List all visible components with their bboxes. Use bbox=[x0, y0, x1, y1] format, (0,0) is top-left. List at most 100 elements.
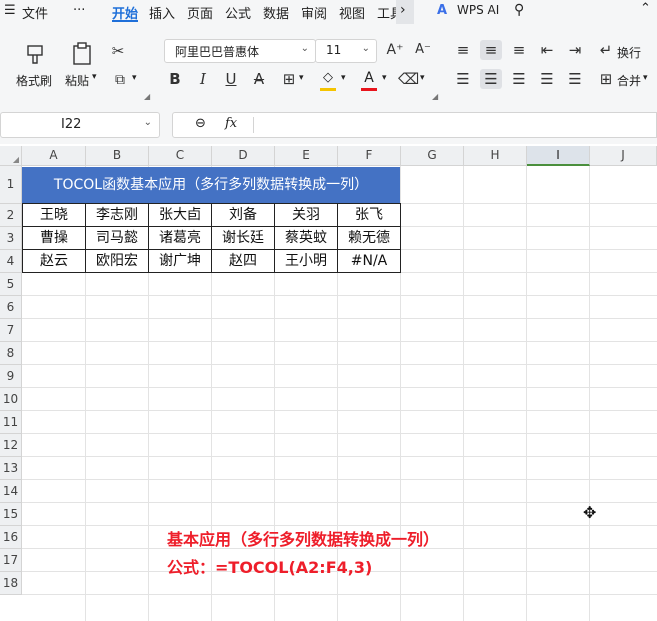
row-header-10[interactable]: 10 bbox=[0, 388, 22, 411]
table-cell-d2[interactable]: 刘备 bbox=[211, 203, 275, 227]
table-cell-c2[interactable]: 张大卣 bbox=[148, 203, 212, 227]
align-top-icon[interactable]: ≡ bbox=[452, 40, 474, 60]
format-painter-icon[interactable] bbox=[24, 44, 46, 66]
merge-cells-label[interactable]: 合并 bbox=[617, 72, 641, 89]
row-header-7[interactable]: 7 bbox=[0, 319, 22, 342]
tab-page[interactable]: 页面 bbox=[187, 3, 213, 22]
table-cell-e2[interactable]: 关羽 bbox=[274, 203, 338, 227]
wrap-text-icon[interactable]: ↵ bbox=[596, 40, 616, 60]
row-header-1[interactable]: 1 bbox=[0, 166, 22, 204]
row-header-3[interactable]: 3 bbox=[0, 227, 22, 250]
font-name-select[interactable]: 阿里巴巴普惠体 ⌄ bbox=[164, 39, 316, 63]
decrease-indent-icon[interactable]: ⇤ bbox=[536, 40, 558, 60]
row-header-15[interactable]: 15 bbox=[0, 503, 22, 526]
row-header-5[interactable]: 5 bbox=[0, 273, 22, 296]
border-dropdown-icon[interactable]: ▾ bbox=[299, 73, 304, 83]
border-icon[interactable]: ⊞ bbox=[280, 69, 298, 89]
clear-format-icon[interactable]: ⌫ bbox=[398, 69, 419, 89]
row-header-2[interactable]: 2 bbox=[0, 204, 22, 227]
merge-dropdown-icon[interactable]: ▾ bbox=[643, 73, 648, 83]
align-middle-icon[interactable]: ≡ bbox=[480, 40, 502, 60]
justify-icon[interactable]: ☰ bbox=[536, 69, 558, 89]
paste-label[interactable]: 粘贴 bbox=[65, 72, 89, 89]
column-header-e[interactable]: E bbox=[275, 146, 338, 166]
table-cell-b3[interactable]: 司马懿 bbox=[85, 226, 149, 250]
row-header-17[interactable]: 17 bbox=[0, 549, 22, 572]
table-cell-f3[interactable]: 赖无德 bbox=[337, 226, 401, 250]
table-cell-f2[interactable]: 张飞 bbox=[337, 203, 401, 227]
row-header-9[interactable]: 9 bbox=[0, 365, 22, 388]
copy-dropdown-icon[interactable]: ▾ bbox=[132, 73, 137, 83]
column-header-d[interactable]: D bbox=[212, 146, 275, 166]
zoom-formula-icon[interactable]: ⊖ bbox=[195, 116, 206, 131]
search-icon[interactable]: ⚲ bbox=[514, 2, 524, 18]
strikethrough-icon[interactable]: A bbox=[250, 69, 268, 89]
font-color-icon[interactable]: A bbox=[361, 70, 377, 91]
formula-input-area[interactable]: ⊖ fx bbox=[172, 112, 657, 138]
menu-more[interactable]: ··· bbox=[73, 3, 85, 18]
fill-color-icon[interactable]: ◇ bbox=[320, 70, 336, 91]
column-header-a[interactable]: A bbox=[22, 146, 86, 166]
row-header-16[interactable]: 16 bbox=[0, 526, 22, 549]
wps-ai-button[interactable]: WPS AI bbox=[457, 3, 499, 17]
column-header-i[interactable]: I bbox=[527, 146, 590, 166]
table-cell-f4[interactable]: #N/A bbox=[337, 249, 401, 273]
row-header-4[interactable]: 4 bbox=[0, 250, 22, 273]
row-header-12[interactable]: 12 bbox=[0, 434, 22, 457]
copy-icon[interactable]: ⧉ bbox=[110, 70, 130, 90]
column-header-h[interactable]: H bbox=[464, 146, 527, 166]
menu-file[interactable]: 文件 bbox=[22, 3, 48, 22]
row-header-11[interactable]: 11 bbox=[0, 411, 22, 434]
merge-cells-icon[interactable]: ⊞ bbox=[596, 69, 616, 89]
table-cell-d3[interactable]: 谢长廷 bbox=[211, 226, 275, 250]
format-painter-label[interactable]: 格式刷 bbox=[16, 72, 52, 89]
table-cell-b2[interactable]: 李志刚 bbox=[85, 203, 149, 227]
column-header-c[interactable]: C bbox=[149, 146, 212, 166]
paste-icon[interactable] bbox=[71, 42, 93, 66]
tab-formula[interactable]: 公式 bbox=[225, 3, 251, 22]
row-header-18[interactable]: 18 bbox=[0, 572, 22, 595]
font-size-select[interactable]: 11 ⌄ bbox=[315, 39, 377, 63]
table-cell-a2[interactable]: 王晓 bbox=[22, 203, 86, 227]
increase-font-size-icon[interactable]: A⁺ bbox=[386, 40, 404, 60]
table-cell-e3[interactable]: 蔡英蚊 bbox=[274, 226, 338, 250]
table-cell-a4[interactable]: 赵云 bbox=[22, 249, 86, 273]
align-bottom-icon[interactable]: ≡ bbox=[508, 40, 530, 60]
collapse-ribbon-icon[interactable]: ⌃ bbox=[640, 1, 651, 16]
underline-icon[interactable]: U bbox=[222, 69, 240, 89]
table-cell-a3[interactable]: 曹操 bbox=[22, 226, 86, 250]
align-center-icon[interactable]: ☰ bbox=[480, 69, 502, 89]
table-cell-d4[interactable]: 赵四 bbox=[211, 249, 275, 273]
table-cell-c3[interactable]: 诸葛亮 bbox=[148, 226, 212, 250]
font-launcher-icon[interactable]: ◢ bbox=[432, 92, 438, 101]
table-cell-e4[interactable]: 王小明 bbox=[274, 249, 338, 273]
name-box[interactable]: I22 ⌄ bbox=[0, 112, 160, 138]
cut-icon[interactable]: ✂ bbox=[108, 41, 128, 61]
sheet-title-cell[interactable]: TOCOL函数基本应用（多行多列数据转换成一列） bbox=[22, 167, 400, 203]
row-header-8[interactable]: 8 bbox=[0, 342, 22, 365]
tab-insert[interactable]: 插入 bbox=[149, 3, 175, 22]
table-cell-b4[interactable]: 欧阳宏 bbox=[85, 249, 149, 273]
tab-review[interactable]: 审阅 bbox=[301, 3, 327, 22]
fill-color-dropdown-icon[interactable]: ▾ bbox=[341, 73, 346, 83]
align-left-icon[interactable]: ☰ bbox=[452, 69, 474, 89]
row-header-13[interactable]: 13 bbox=[0, 457, 22, 480]
align-right-icon[interactable]: ☰ bbox=[508, 69, 530, 89]
column-header-j[interactable]: J bbox=[590, 146, 657, 166]
italic-icon[interactable]: I bbox=[194, 69, 212, 89]
fx-label[interactable]: fx bbox=[225, 116, 237, 131]
increase-indent-icon[interactable]: ⇥ bbox=[564, 40, 586, 60]
select-all-corner[interactable]: ◢ bbox=[0, 146, 22, 166]
row-header-6[interactable]: 6 bbox=[0, 296, 22, 319]
font-color-dropdown-icon[interactable]: ▾ bbox=[382, 73, 387, 83]
row-header-14[interactable]: 14 bbox=[0, 480, 22, 503]
tabs-scroll-right-button[interactable]: › bbox=[396, 0, 414, 24]
column-header-f[interactable]: F bbox=[338, 146, 401, 166]
tab-view[interactable]: 视图 bbox=[339, 3, 365, 22]
wrap-text-label[interactable]: 换行 bbox=[617, 44, 641, 61]
paste-dropdown-icon[interactable]: ▾ bbox=[92, 72, 97, 82]
clipboard-launcher-icon[interactable]: ◢ bbox=[144, 92, 150, 101]
clear-format-dropdown-icon[interactable]: ▾ bbox=[420, 73, 425, 83]
distributed-align-icon[interactable]: ☰ bbox=[564, 69, 586, 89]
hamburger-icon[interactable]: ☰ bbox=[4, 3, 16, 18]
